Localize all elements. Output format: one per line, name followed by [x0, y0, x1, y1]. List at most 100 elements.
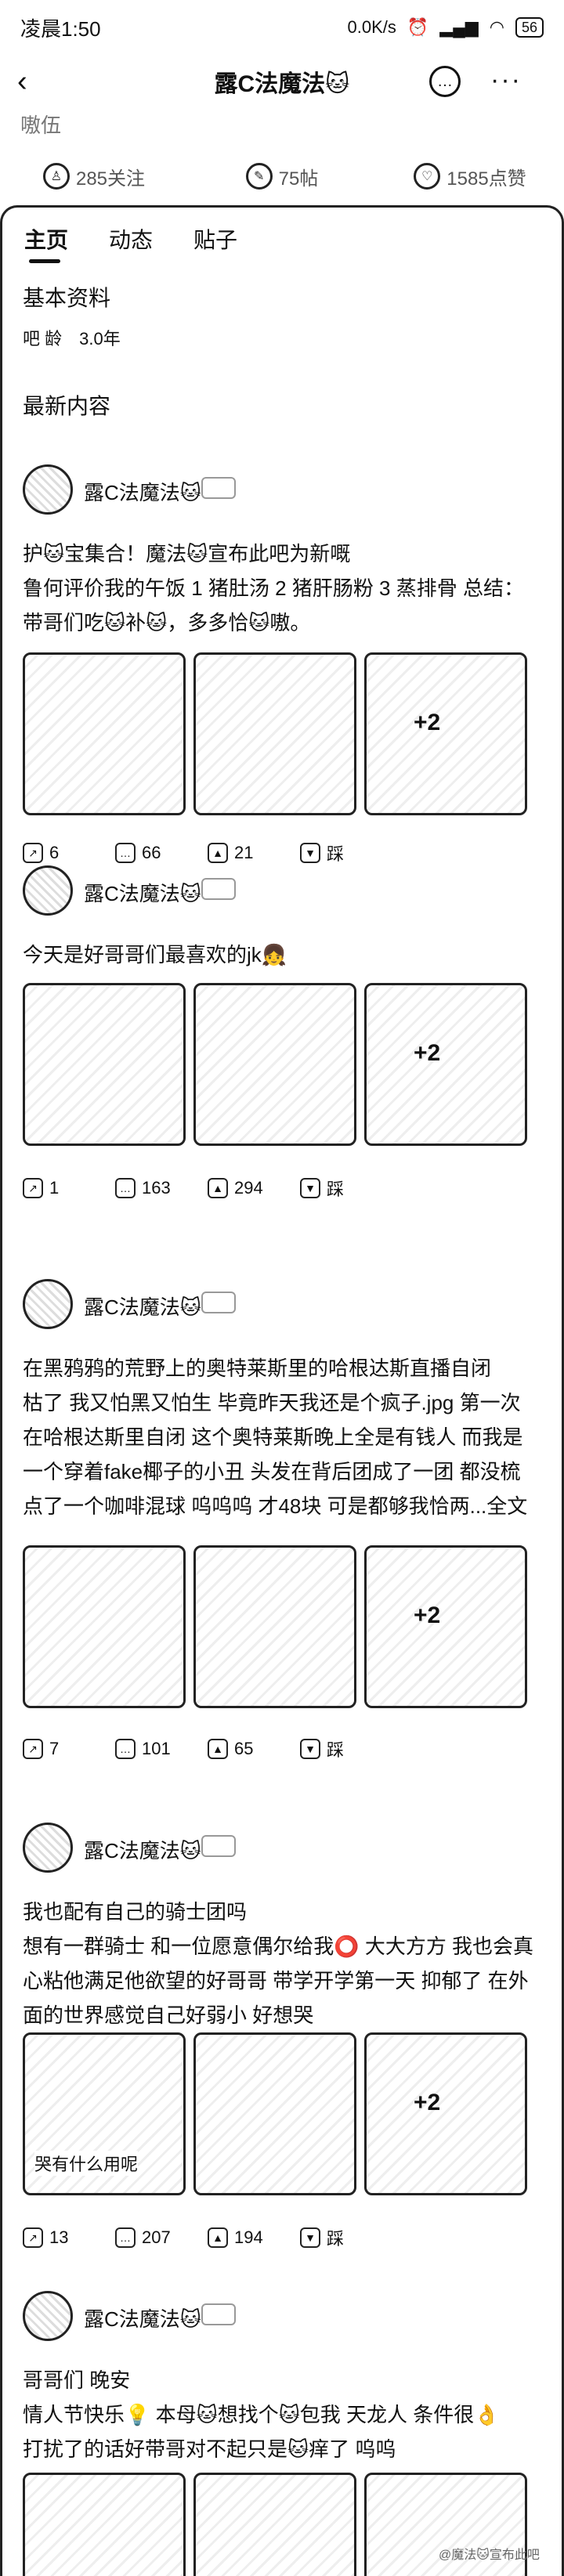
alarm-icon: ⏰: [407, 17, 429, 37]
post-image[interactable]: +2: [364, 2032, 527, 2195]
post-author[interactable]: 露C法魔法🐱: [84, 1835, 201, 1864]
post-actions: ↗ 13 … 207 ▲ 194 ▼ 踩: [23, 2225, 392, 2250]
page-title: 露C法魔法🐱: [214, 71, 350, 97]
post-text[interactable]: 哥哥们 晚安 情人节快乐💡 本母🐱想找个🐱包我 天龙人 条件很👌 打扰了的话好带…: [23, 2363, 540, 2466]
post-image[interactable]: +2: [364, 983, 527, 1146]
watermark: @魔法🐱宣布此吧: [439, 2549, 540, 2562]
post-image[interactable]: 哭有什么用呢: [23, 2032, 186, 2195]
level-badge: [201, 878, 236, 900]
post-image[interactable]: [193, 2032, 356, 2195]
like-button[interactable]: ▲ 65: [208, 1736, 300, 1761]
post-image[interactable]: [23, 652, 186, 815]
post-image[interactable]: [193, 2473, 356, 2576]
battery-icon: 56: [515, 17, 544, 38]
profile-content-card: 主页 动态 贴子 基本资料 吧 龄 3.0年 最新内容 露C法魔法🐱 护🐱宝集合…: [0, 205, 564, 2576]
share-icon: ↗: [23, 2227, 43, 2248]
avatar[interactable]: [23, 1279, 73, 1329]
tab-posts[interactable]: 贴子: [193, 223, 237, 255]
post-text[interactable]: 在黑鸦鸦的荒野上的奥特莱斯里的哈根达斯直播自闭 枯了 我又怕黑又怕生 毕竟昨天我…: [23, 1351, 540, 1523]
post-image[interactable]: +2: [364, 1545, 527, 1708]
more-images-count: +2: [414, 2090, 441, 2115]
basic-info-title: 基本资料: [23, 286, 111, 310]
stat-likes[interactable]: ♡ 1585点赞: [376, 163, 564, 190]
comment-icon: …: [115, 1739, 136, 1759]
comment-button[interactable]: … 163: [115, 1176, 208, 1201]
back-arrow-icon[interactable]: ‹: [17, 66, 49, 97]
share-icon: ↗: [23, 843, 43, 863]
dislike-button[interactable]: ▼ 踩: [300, 1736, 392, 1761]
thumb-up-icon: ▲: [208, 1178, 228, 1198]
top-nav: ‹ 露C法魔法🐱 … ···: [0, 55, 564, 108]
thumb-up-icon: ▲: [208, 2227, 228, 2248]
dislike-button[interactable]: ▼ 踩: [300, 2225, 392, 2250]
wifi-icon: ◠: [489, 17, 504, 37]
more-icon[interactable]: ···: [490, 64, 525, 96]
level-badge: [201, 1835, 236, 1857]
comment-button[interactable]: … 101: [115, 1736, 208, 1761]
like-button[interactable]: ▲ 294: [208, 1176, 300, 1201]
post-text[interactable]: 今天是好哥哥们最喜欢的jk👧: [23, 938, 540, 972]
faded-header-text: 嗷伍: [20, 114, 62, 137]
tab-activity[interactable]: 动态: [109, 223, 153, 255]
thumb-down-icon: ▼: [300, 843, 320, 863]
level-badge: [201, 2303, 236, 2325]
share-button[interactable]: ↗ 7: [23, 1736, 115, 1761]
post-images: +2: [23, 983, 527, 1146]
share-button[interactable]: ↗ 1: [23, 1176, 115, 1201]
comment-icon: …: [115, 2227, 136, 2248]
tab-bar: 主页 动态 贴子: [24, 223, 237, 263]
comment-button[interactable]: … 207: [115, 2225, 208, 2250]
network-speed: 0.0K/s: [347, 17, 396, 37]
post-image[interactable]: [193, 983, 356, 1146]
post-author[interactable]: 露C法魔法🐱: [84, 1292, 201, 1321]
share-icon: ↗: [23, 1178, 43, 1198]
latest-title: 最新内容: [23, 394, 111, 418]
avatar[interactable]: [23, 464, 73, 515]
level-badge: [201, 1292, 236, 1313]
thumb-down-icon: ▼: [300, 1178, 320, 1198]
status-time: 凌晨1:50: [20, 16, 101, 41]
post-text[interactable]: 护🐱宝集合！魔法🐱宣布此吧为新嘅 鲁何评价我的午饭 1 猪肚汤 2 猪肝肠粉 3…: [23, 537, 540, 640]
post-images: +2: [23, 652, 527, 815]
stat-posts[interactable]: ✎ 75帖: [188, 163, 376, 190]
avatar[interactable]: [23, 865, 73, 916]
post-image[interactable]: +2: [364, 652, 527, 815]
more-images-count: +2: [414, 1602, 441, 1628]
share-icon: ↗: [23, 1739, 43, 1759]
comment-icon: …: [115, 1178, 136, 1198]
bar-age: 吧 龄 3.0年: [23, 329, 121, 349]
share-button[interactable]: ↗ 6: [23, 840, 115, 865]
post-images: 哭有什么用呢 +2: [23, 2032, 527, 2195]
post-actions: ↗ 7 … 101 ▲ 65 ▼ 踩: [23, 1736, 392, 1761]
post-image[interactable]: [23, 2473, 186, 2576]
avatar[interactable]: [23, 1823, 73, 1873]
share-button[interactable]: ↗ 13: [23, 2225, 115, 2250]
like-button[interactable]: ▲ 21: [208, 840, 300, 865]
thumb-up-icon: ▲: [208, 1739, 228, 1759]
like-button[interactable]: ▲ 194: [208, 2225, 300, 2250]
more-images-count: +2: [414, 1040, 441, 1066]
post-images: +2: [23, 1545, 527, 1708]
more-images-count: +2: [414, 710, 441, 735]
post-author[interactable]: 露C法魔法🐱: [84, 477, 201, 506]
tab-home[interactable]: 主页: [24, 223, 68, 263]
post-text[interactable]: 我也配有自己的骑士团吗 想有一群骑士 和一位愿意偶尔给我⭕ 大大方方 我也会真心…: [23, 1895, 540, 2032]
comment-button[interactable]: … 66: [115, 840, 208, 865]
heart-icon: ♡: [414, 163, 441, 190]
post-image[interactable]: [193, 652, 356, 815]
dislike-button[interactable]: ▼ 踩: [300, 1176, 392, 1201]
post-image[interactable]: [23, 1545, 186, 1708]
post-author[interactable]: 露C法魔法🐱: [84, 2303, 201, 2332]
comment-icon: …: [115, 843, 136, 863]
post-image[interactable]: [193, 1545, 356, 1708]
post-image[interactable]: [23, 983, 186, 1146]
stats-row: ♙ 285关注 ✎ 75帖 ♡ 1585点赞: [0, 149, 564, 204]
image-caption: 哭有什么用呢: [34, 2151, 139, 2176]
post-actions: ↗ 1 … 163 ▲ 294 ▼ 踩: [23, 1176, 392, 1201]
stat-following[interactable]: ♙ 285关注: [0, 163, 188, 190]
avatar[interactable]: [23, 2291, 73, 2341]
message-icon[interactable]: …: [429, 66, 461, 97]
dislike-button[interactable]: ▼ 踩: [300, 840, 392, 865]
pen-icon: ✎: [245, 163, 273, 190]
post-author[interactable]: 露C法魔法🐱: [84, 878, 201, 907]
